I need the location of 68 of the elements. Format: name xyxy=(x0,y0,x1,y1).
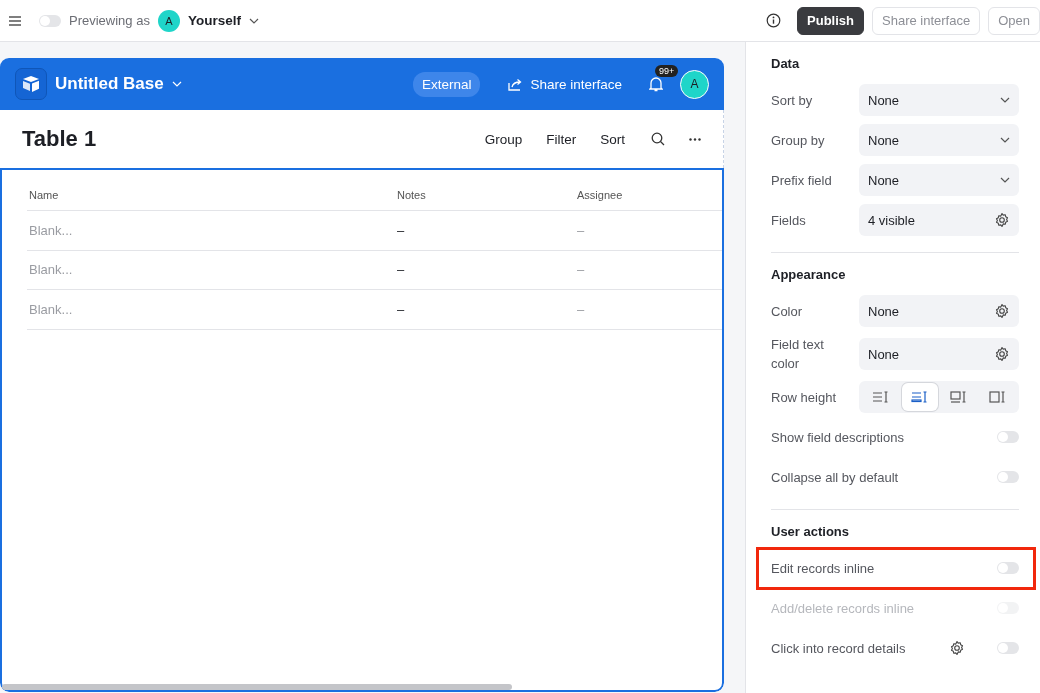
user-name[interactable]: Yourself xyxy=(187,13,241,28)
info-icon[interactable] xyxy=(766,13,782,28)
column-header: Notes xyxy=(396,189,427,201)
user-avatar[interactable]: A xyxy=(680,69,709,99)
search-icon[interactable] xyxy=(651,132,665,146)
field-label: Row height xyxy=(771,388,838,407)
table-cell-text: – xyxy=(396,262,406,278)
field-label: Prefix field xyxy=(771,171,833,190)
toggle-switch[interactable] xyxy=(997,431,1019,443)
dropdown[interactable]: None xyxy=(859,124,1019,156)
section-heading: Appearance xyxy=(771,267,847,282)
column-header: Assignee xyxy=(576,189,624,201)
toggle-switch[interactable] xyxy=(997,562,1019,574)
share-icon[interactable] xyxy=(508,77,523,91)
external-badge: External xyxy=(412,71,481,97)
table-cell-text: Blank... xyxy=(28,222,74,238)
toolbar-button[interactable]: Group xyxy=(476,127,531,151)
share-interface-link[interactable]: Share interface xyxy=(530,76,622,92)
table-cell-text: – xyxy=(576,301,586,317)
table-cell-text: – xyxy=(576,222,586,238)
settings-field[interactable]: None xyxy=(859,338,1019,370)
settings-field[interactable]: None xyxy=(859,295,1019,327)
notification-count: 99+ xyxy=(655,65,679,77)
toggle-label: Add/delete records inline xyxy=(771,599,916,618)
table-cell-text: Blank... xyxy=(28,301,74,317)
table-cell-text: – xyxy=(396,301,406,317)
field-label: Group by xyxy=(771,131,826,150)
field-label: Color xyxy=(771,302,804,321)
section-heading: User actions xyxy=(771,524,851,539)
more-icon[interactable] xyxy=(689,137,701,141)
dropdown[interactable]: None xyxy=(859,84,1019,116)
settings-field[interactable]: 4 visible xyxy=(859,204,1019,236)
toggle-switch[interactable] xyxy=(997,642,1019,654)
settings-icon[interactable] xyxy=(949,640,965,656)
row-height-icon[interactable] xyxy=(901,383,938,411)
toolbar-button[interactable]: Filter xyxy=(538,127,585,151)
chevron-down-icon xyxy=(171,81,182,87)
chevron-down-icon xyxy=(1000,177,1010,183)
field-label: Sort by xyxy=(771,91,814,110)
bell-icon[interactable] xyxy=(649,76,663,92)
toggle-switch[interactable] xyxy=(39,14,61,27)
table-cell-text: – xyxy=(576,262,586,278)
column-header: Name xyxy=(28,189,60,201)
toggle-label: Show field descriptions xyxy=(771,428,905,447)
publish-button[interactable]: Publish xyxy=(797,6,864,35)
chevron-down-icon xyxy=(1000,97,1010,103)
table-cell-text: – xyxy=(396,222,406,238)
field-label: Field text color xyxy=(771,336,825,373)
menu-icon[interactable] xyxy=(9,15,21,26)
field-label: Fields xyxy=(771,211,807,230)
settings-icon[interactable] xyxy=(994,212,1010,228)
toolbar-button[interactable]: Sort xyxy=(592,127,633,151)
section-heading: Data xyxy=(771,56,801,71)
logo-icon xyxy=(15,68,47,100)
toggle-label: Click into record details xyxy=(771,639,907,658)
base-title[interactable]: Untitled Base xyxy=(55,74,164,94)
toggle-switch[interactable] xyxy=(997,471,1019,483)
table-cell-text: Blank... xyxy=(28,262,74,278)
user-avatar: A xyxy=(157,9,180,32)
chevron-down-icon xyxy=(248,17,259,24)
settings-icon[interactable] xyxy=(994,303,1010,319)
table-title: Table 1 xyxy=(22,126,98,152)
previewing-label: Previewing as xyxy=(69,13,150,28)
toggle-label: Edit records inline xyxy=(771,559,876,578)
toggle-label: Collapse all by default xyxy=(771,468,900,487)
dropdown[interactable]: None xyxy=(859,164,1019,196)
settings-icon[interactable] xyxy=(994,346,1010,362)
chevron-down-icon xyxy=(1000,137,1010,143)
